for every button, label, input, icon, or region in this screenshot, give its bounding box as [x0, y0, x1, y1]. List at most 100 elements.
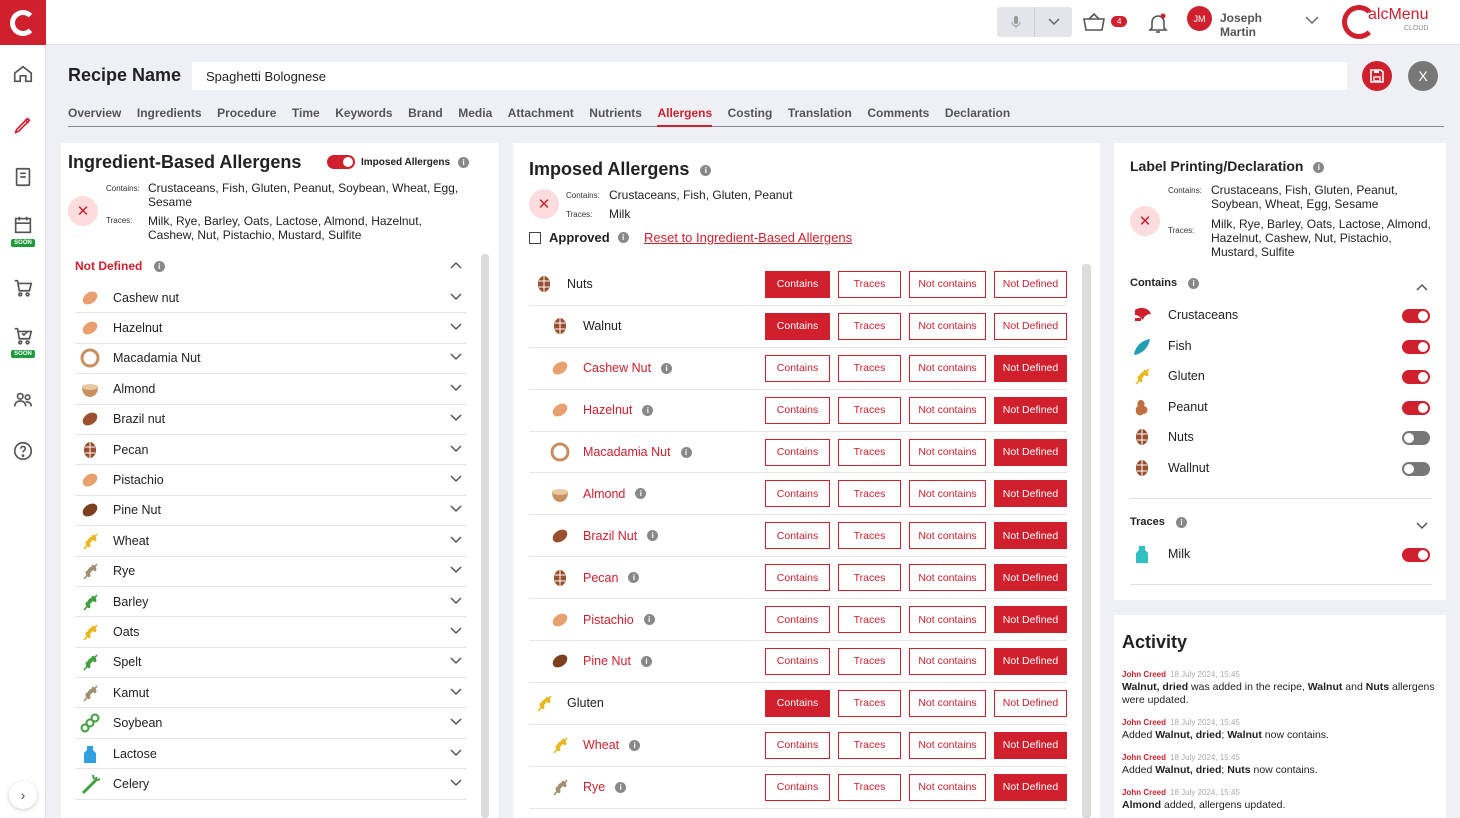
- info-icon[interactable]: i: [628, 572, 640, 584]
- list-item[interactable]: Macadamia Nut: [75, 344, 467, 375]
- tab-time[interactable]: Time: [292, 103, 320, 127]
- traces-button[interactable]: Traces: [838, 354, 901, 382]
- info-icon[interactable]: i: [635, 488, 647, 500]
- not-defined-button[interactable]: Not Defined: [994, 647, 1067, 675]
- avatar[interactable]: JM: [1187, 6, 1212, 31]
- info-icon[interactable]: i: [629, 739, 641, 751]
- info-icon[interactable]: i: [153, 261, 165, 273]
- not-contains-button[interactable]: Not contains: [909, 689, 986, 717]
- list-item[interactable]: Pine Nut: [75, 496, 467, 527]
- allergen-toggle[interactable]: [1402, 309, 1430, 324]
- info-icon[interactable]: i: [1188, 277, 1200, 289]
- traces-button[interactable]: Traces: [838, 438, 901, 466]
- chevron-down-icon[interactable]: [450, 474, 462, 486]
- list-item[interactable]: Kamut: [75, 678, 467, 709]
- tab-media[interactable]: Media: [458, 103, 492, 127]
- traces-button[interactable]: Traces: [838, 270, 901, 298]
- save-button[interactable]: [1362, 61, 1392, 91]
- info-icon[interactable]: i: [458, 156, 470, 168]
- scrollbar[interactable]: [481, 254, 489, 818]
- allergen-toggle[interactable]: [1402, 548, 1430, 563]
- chevron-up-icon[interactable]: [1416, 279, 1428, 294]
- users-icon[interactable]: [0, 389, 46, 411]
- tab-translation[interactable]: Translation: [788, 103, 852, 127]
- list-item[interactable]: Celery: [75, 769, 467, 800]
- list-item[interactable]: Spelt: [75, 648, 467, 679]
- tab-overview[interactable]: Overview: [68, 103, 121, 127]
- not-contains-button[interactable]: Not contains: [909, 354, 986, 382]
- recipe-name-input[interactable]: [192, 62, 1347, 90]
- list-item[interactable]: Soybean: [75, 708, 467, 739]
- tab-brand[interactable]: Brand: [408, 103, 443, 127]
- chevron-down-icon[interactable]: [450, 444, 462, 456]
- traces-button[interactable]: Traces: [838, 773, 901, 801]
- not-contains-button[interactable]: Not contains: [909, 270, 986, 298]
- not-contains-button[interactable]: Not contains: [909, 773, 986, 801]
- contains-button[interactable]: Contains: [765, 606, 830, 634]
- close-button[interactable]: X: [1408, 61, 1438, 91]
- info-icon[interactable]: i: [642, 404, 654, 416]
- contains-button[interactable]: Contains: [765, 689, 830, 717]
- chevron-down-icon[interactable]: [450, 656, 462, 668]
- info-icon[interactable]: i: [661, 362, 673, 374]
- tab-costing[interactable]: Costing: [728, 103, 773, 127]
- menu-book-icon[interactable]: [0, 166, 46, 188]
- not-contains-button[interactable]: Not contains: [909, 396, 986, 424]
- list-item[interactable]: Pecan: [75, 435, 467, 466]
- scrollbar[interactable]: [1082, 264, 1091, 818]
- not-defined-button[interactable]: Not Defined: [994, 773, 1067, 801]
- contains-section-header[interactable]: Contains i: [1130, 277, 1200, 289]
- cart-check-icon[interactable]: SOON: [0, 325, 46, 358]
- chevron-down-icon[interactable]: [450, 413, 462, 425]
- tab-comments[interactable]: Comments: [867, 103, 929, 127]
- chevron-down-icon[interactable]: [450, 535, 462, 547]
- info-icon[interactable]: i: [700, 164, 712, 176]
- reset-link[interactable]: Reset to Ingredient-Based Allergens: [644, 230, 852, 245]
- recipe-pen-icon[interactable]: [0, 114, 46, 136]
- not-defined-button[interactable]: Not Defined: [994, 731, 1067, 759]
- chevron-down-icon[interactable]: [450, 778, 462, 790]
- traces-button[interactable]: Traces: [838, 564, 901, 592]
- contains-button[interactable]: Contains: [765, 354, 830, 382]
- chevron-down-icon[interactable]: [450, 717, 462, 729]
- list-item[interactable]: Hazelnut: [75, 313, 467, 344]
- traces-button[interactable]: Traces: [838, 312, 901, 340]
- not-contains-button[interactable]: Not contains: [909, 606, 986, 634]
- activity-author[interactable]: John Creed: [1122, 753, 1166, 762]
- not-defined-button[interactable]: Not Defined: [994, 312, 1067, 340]
- tab-allergens[interactable]: Allergens: [657, 103, 713, 127]
- chevron-down-icon[interactable]: [450, 596, 462, 608]
- contains-button[interactable]: Contains: [765, 312, 830, 340]
- tab-procedure[interactable]: Procedure: [217, 103, 276, 127]
- chevron-down-icon[interactable]: [450, 565, 462, 577]
- contains-button[interactable]: Contains: [765, 480, 830, 508]
- not-defined-button[interactable]: Not Defined: [994, 606, 1067, 634]
- traces-button[interactable]: Traces: [838, 606, 901, 634]
- chevron-down-icon[interactable]: [450, 687, 462, 699]
- not-contains-button[interactable]: Not contains: [909, 438, 986, 466]
- list-item[interactable]: Brazil nut: [75, 405, 467, 435]
- not-defined-button[interactable]: Not Defined: [994, 480, 1067, 508]
- contains-button[interactable]: Contains: [765, 270, 830, 298]
- not-contains-button[interactable]: Not contains: [909, 312, 986, 340]
- not-contains-button[interactable]: Not contains: [909, 564, 986, 592]
- allergen-toggle[interactable]: [1402, 339, 1430, 354]
- not-defined-button[interactable]: Not Defined: [994, 354, 1067, 382]
- list-item[interactable]: Oats: [75, 617, 467, 648]
- tab-ingredients[interactable]: Ingredients: [137, 103, 202, 127]
- home-icon[interactable]: [0, 63, 46, 85]
- not-defined-button[interactable]: Not Defined: [994, 438, 1067, 466]
- traces-button[interactable]: Traces: [838, 731, 901, 759]
- activity-author[interactable]: John Creed: [1122, 788, 1166, 797]
- contains-button[interactable]: Contains: [765, 647, 830, 675]
- basket-icon[interactable]: [1082, 12, 1106, 35]
- traces-button[interactable]: Traces: [838, 396, 901, 424]
- contains-button[interactable]: Contains: [765, 773, 830, 801]
- info-icon[interactable]: i: [680, 446, 692, 458]
- not-defined-button[interactable]: Not Defined: [994, 396, 1067, 424]
- chevron-down-icon[interactable]: [450, 748, 462, 760]
- list-item[interactable]: Almond: [75, 374, 467, 405]
- info-icon[interactable]: i: [647, 530, 659, 542]
- info-icon[interactable]: i: [1175, 516, 1187, 528]
- user-name[interactable]: Joseph Martin: [1220, 11, 1262, 39]
